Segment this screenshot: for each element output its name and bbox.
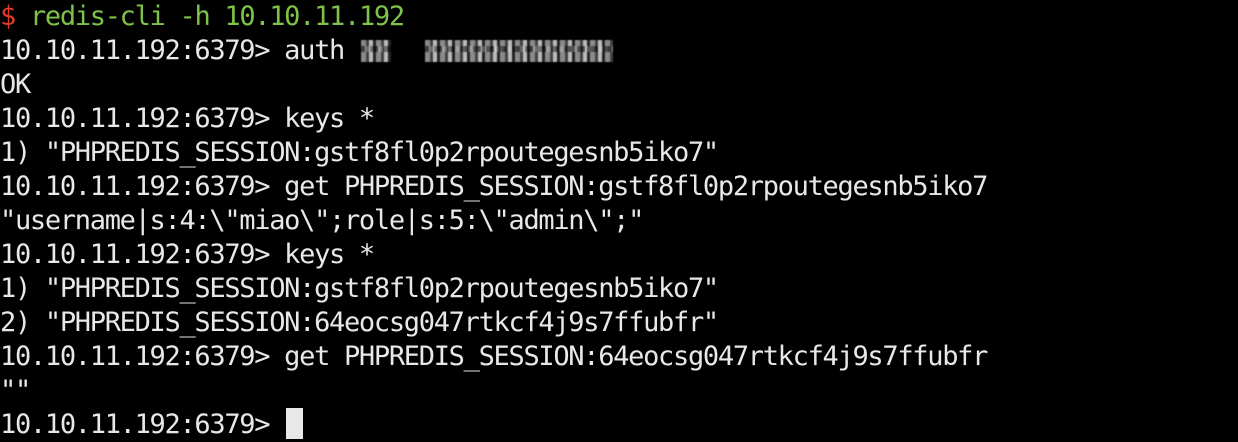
- terminal-window[interactable]: $ redis-cli -h 10.10.11.192 10.10.11.192…: [0, 0, 1238, 442]
- redis-prompt: 10.10.11.192:6379>: [0, 35, 285, 66]
- auth-command: auth: [284, 35, 359, 66]
- redacted-password-block: [424, 40, 613, 62]
- redacted-username-block: [360, 40, 391, 62]
- get-result-line: "username|s:4:\"miao\";role|s:5:\"admin\…: [0, 205, 644, 236]
- get-command-line: 10.10.11.192:6379> get PHPREDIS_SESSION:…: [0, 171, 988, 202]
- keys-result-line: 2) "PHPREDIS_SESSION:64eocsg047rtkcf4j9s…: [0, 307, 719, 338]
- keys-command-line: 10.10.11.192:6379> keys *: [0, 239, 375, 270]
- keys-command-line: 10.10.11.192:6379> keys *: [0, 103, 375, 134]
- keys-result-line: 1) "PHPREDIS_SESSION:gstf8fl0p2rpouteges…: [0, 273, 719, 304]
- shell-command-line: $ redis-cli -h 10.10.11.192: [0, 0, 1238, 34]
- text-cursor[interactable]: [286, 408, 304, 439]
- shell-prompt-symbol: $: [0, 1, 16, 32]
- get-result-line: "": [0, 375, 31, 406]
- redis-cli-command: redis-cli -h 10.10.11.192: [29, 1, 405, 32]
- redis-prompt: 10.10.11.192:6379>: [0, 409, 285, 440]
- get-command-line: 10.10.11.192:6379> get PHPREDIS_SESSION:…: [0, 341, 988, 372]
- auth-command-line: 10.10.11.192:6379> auth: [0, 34, 1238, 68]
- active-prompt-line[interactable]: 10.10.11.192:6379>: [0, 408, 1238, 442]
- keys-result-line: 1) "PHPREDIS_SESSION:gstf8fl0p2rpouteges…: [0, 137, 719, 168]
- auth-response-line: OK: [0, 69, 31, 100]
